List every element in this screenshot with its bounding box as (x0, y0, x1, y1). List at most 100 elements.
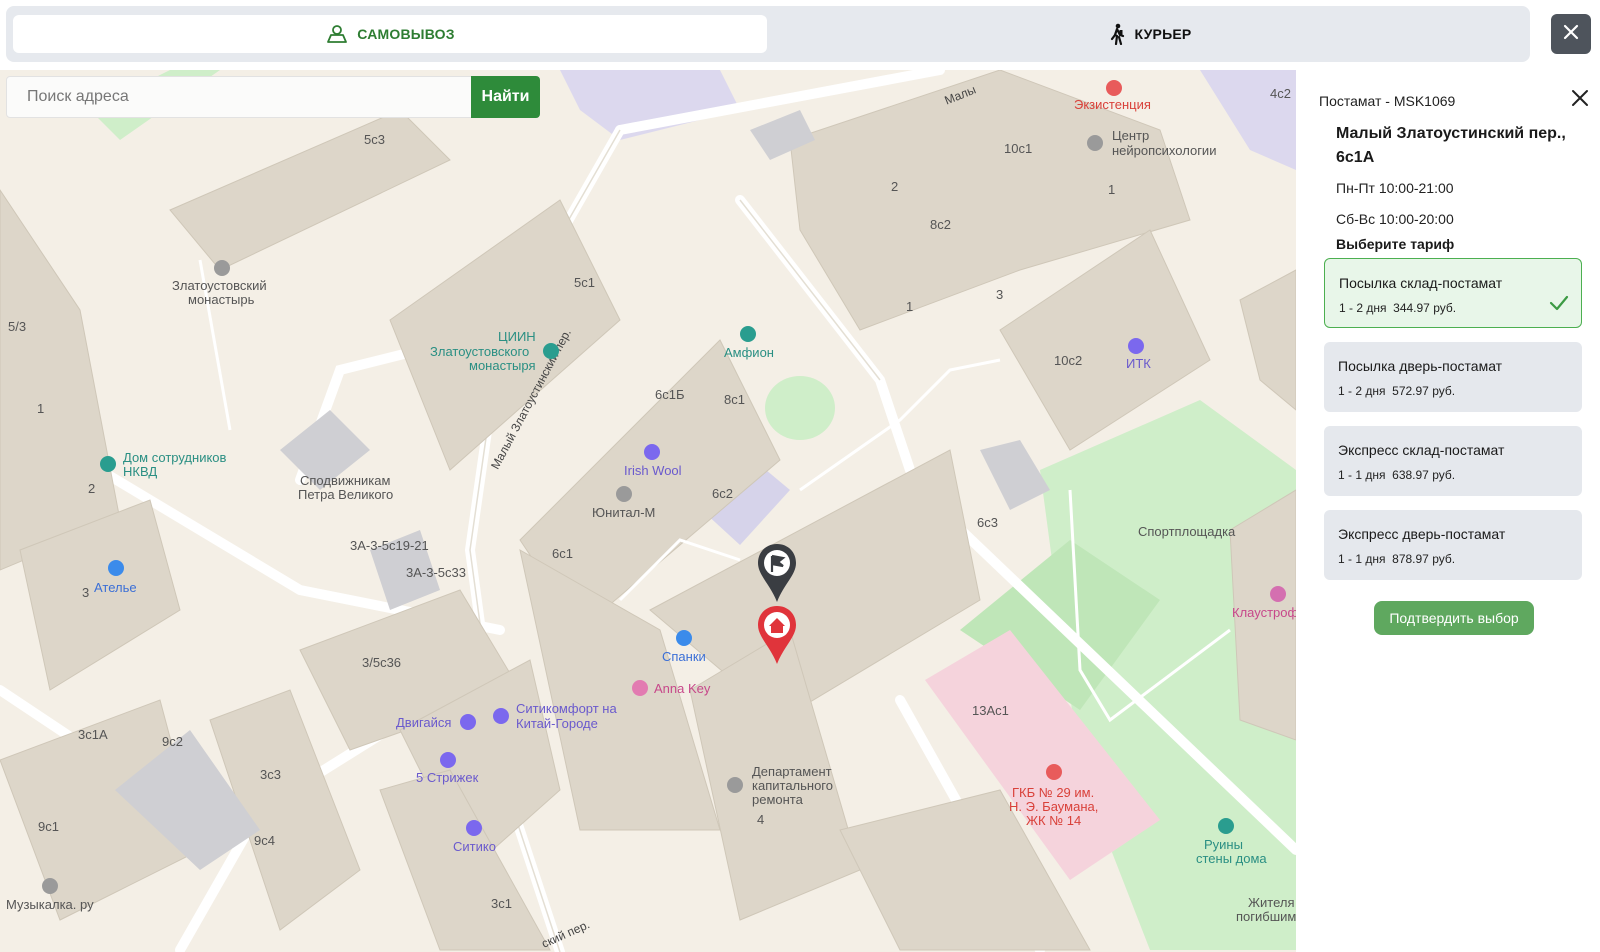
tariff-meta: 1 - 1 дня 878.97 руб. (1338, 552, 1455, 566)
building-label: 6с1 (552, 546, 573, 561)
map-view[interactable]: 5с3 10с1 8с2 5с1 5/3 6с1Б 8с1 10с2 6с2 6… (0, 70, 1296, 952)
poi-center-label[interactable]: Центр (1112, 129, 1149, 143)
tariff-option[interactable]: Посылка дверь-постамат 1 - 2 дня 572.97 … (1324, 342, 1582, 412)
entrance-number: 2 (891, 179, 899, 194)
building-label: 8с1 (724, 392, 745, 407)
tab-pickup[interactable]: САМОВЫВОЗ (13, 15, 767, 53)
building-label: 9с2 (162, 734, 183, 749)
building-label: 3с1А (78, 727, 108, 742)
tariff-name: Посылка склад-постамат (1339, 275, 1503, 291)
tariff-section-title: Выберите тариф (1336, 236, 1455, 252)
poi-ciin[interactable]: Златоустовского (430, 345, 529, 359)
tariff-option[interactable]: Посылка склад-постамат 1 - 2 дня 344.97 … (1324, 258, 1582, 328)
walking-courier-icon (1109, 23, 1127, 45)
confirm-selection-button[interactable]: Подтвердить выбор (1374, 601, 1534, 635)
poi-hospital[interactable]: Н. Э. Баумана, (1009, 800, 1098, 814)
poi-strizh[interactable]: 5 Стрижек (416, 771, 478, 785)
poi-sitiko[interactable]: Ситико (453, 840, 496, 854)
building-label: 5с1 (574, 275, 595, 290)
building-label: 9с1 (38, 819, 59, 834)
entrance-number: 1 (906, 299, 914, 314)
poi-ekzistenciya[interactable]: Экзистенция (1074, 98, 1151, 112)
flag-map-pin[interactable] (756, 542, 798, 611)
building-label: 10с1 (1004, 141, 1033, 156)
poi-ruins[interactable]: Руины (1204, 838, 1243, 852)
building-label: 3/5с36 (362, 655, 402, 670)
poi-unital[interactable]: Юнитал-М (592, 506, 655, 520)
tariff-days: 1 - 1 дня (1338, 468, 1386, 482)
close-dialog-button[interactable] (1551, 14, 1591, 54)
poi-sport[interactable]: Спортплощадка (1138, 525, 1235, 539)
poi-memorial[interactable]: Жителя (1248, 896, 1295, 910)
tariff-price: 572.97 руб. (1392, 384, 1456, 398)
poi-monument[interactable]: Петра Великого (298, 488, 393, 502)
entrance-number: 2 (88, 481, 96, 496)
address-search-box (6, 76, 472, 118)
tariff-days: 1 - 2 дня (1338, 384, 1386, 398)
tab-pickup-label: САМОВЫВОЗ (357, 26, 455, 42)
poi-citicomfort[interactable]: Китай-Городе (516, 717, 598, 731)
poi-nkvd[interactable]: НКВД (123, 465, 157, 479)
hours-weekend: Сб-Вс 10:00-20:00 (1336, 211, 1454, 227)
poi-spanki[interactable]: Спанки (662, 650, 706, 664)
tab-courier-label: КУРЬЕР (1134, 26, 1192, 42)
tariff-price: 878.97 руб. (1392, 552, 1456, 566)
building-label: 5/3 (8, 319, 27, 334)
building-label: 4 (757, 812, 765, 827)
selected-postamat-pin[interactable] (756, 604, 798, 673)
entrance-number: 1 (37, 401, 45, 416)
tariff-option[interactable]: Экспресс склад-постамат 1 - 1 дня 638.97… (1324, 426, 1582, 496)
poi-center-label[interactable]: нейропсихологии (1112, 144, 1216, 158)
pickup-person-icon (325, 24, 349, 44)
tab-courier[interactable]: КУРЬЕР (777, 15, 1523, 53)
tariff-price: 344.97 руб. (1393, 301, 1457, 315)
poi-monastery[interactable]: Златоустовский (172, 279, 267, 293)
poi-hospital[interactable]: ГКБ № 29 им. (1012, 786, 1094, 800)
tariff-price: 638.97 руб. (1392, 468, 1456, 482)
poi-ciin[interactable]: монастыря (469, 359, 536, 373)
hours-weekday: Пн-Пт 10:00-21:00 (1336, 180, 1454, 196)
entrance-number: 3 (996, 287, 1004, 302)
postamat-id: Постамат - MSK1069 (1319, 93, 1456, 109)
tariff-meta: 1 - 1 дня 638.97 руб. (1338, 468, 1455, 482)
poi-dvigaisya[interactable]: Двигайся (396, 716, 451, 730)
search-button[interactable]: Найти (471, 76, 540, 118)
address-search-input[interactable] (7, 88, 471, 106)
poi-anna-key[interactable]: Anna Key (654, 682, 710, 696)
poi-monument[interactable]: Сподвижникам (300, 474, 390, 488)
poi-music[interactable]: Музыкалка. ру (6, 898, 94, 912)
poi-ruins[interactable]: стены дома (1196, 852, 1267, 866)
tariff-name: Посылка дверь-постамат (1338, 358, 1503, 374)
poi-citicomfort[interactable]: Ситикомфорт на (516, 702, 617, 716)
poi-hospital[interactable]: ЖК № 14 (1026, 814, 1081, 828)
tariff-meta: 1 - 2 дня 344.97 руб. (1339, 301, 1456, 315)
building-label: 6с3 (977, 515, 998, 530)
panel-close-button[interactable] (1568, 86, 1592, 110)
tariff-option[interactable]: Экспресс дверь-постамат 1 - 1 дня 878.97… (1324, 510, 1582, 580)
poi-department[interactable]: Департамент (752, 765, 832, 779)
poi-klaustro[interactable]: Клаустроф (1232, 606, 1296, 620)
building-label: 3А-3-5с33 (406, 565, 466, 580)
building-label: 6с2 (712, 486, 733, 501)
tariff-name: Экспресс склад-постамат (1338, 442, 1505, 458)
poi-department[interactable]: капитального (752, 779, 833, 793)
close-icon (1563, 24, 1579, 45)
poi-memorial[interactable]: погибшим (1236, 910, 1296, 924)
postamat-address: Малый Златоустинский пер., 6с1А (1336, 125, 1566, 166)
poi-itk[interactable]: ИТК (1126, 357, 1151, 371)
building-label: 6с1Б (655, 387, 685, 402)
building-label: 3А-3-5с19-21 (350, 538, 429, 553)
poi-amfion[interactable]: Амфион (724, 346, 774, 360)
poi-nkvd[interactable]: Дом сотрудников (123, 451, 226, 465)
poi-irish-wool[interactable]: Irish Wool (624, 464, 682, 478)
home-icon (756, 606, 798, 672)
poi-ciin[interactable]: ЦИИН (498, 330, 536, 344)
poi-monastery[interactable]: монастырь (188, 293, 254, 307)
entrance-number: 3 (82, 585, 90, 600)
close-icon (1568, 90, 1592, 114)
poi-atelier[interactable]: Ателье (94, 581, 137, 595)
delivery-mode-tabs: САМОВЫВОЗ КУРЬЕР (6, 6, 1530, 62)
tariff-days: 1 - 2 дня (1339, 301, 1387, 315)
poi-department[interactable]: ремонта (752, 793, 803, 807)
building-label: 3с1 (491, 896, 512, 911)
